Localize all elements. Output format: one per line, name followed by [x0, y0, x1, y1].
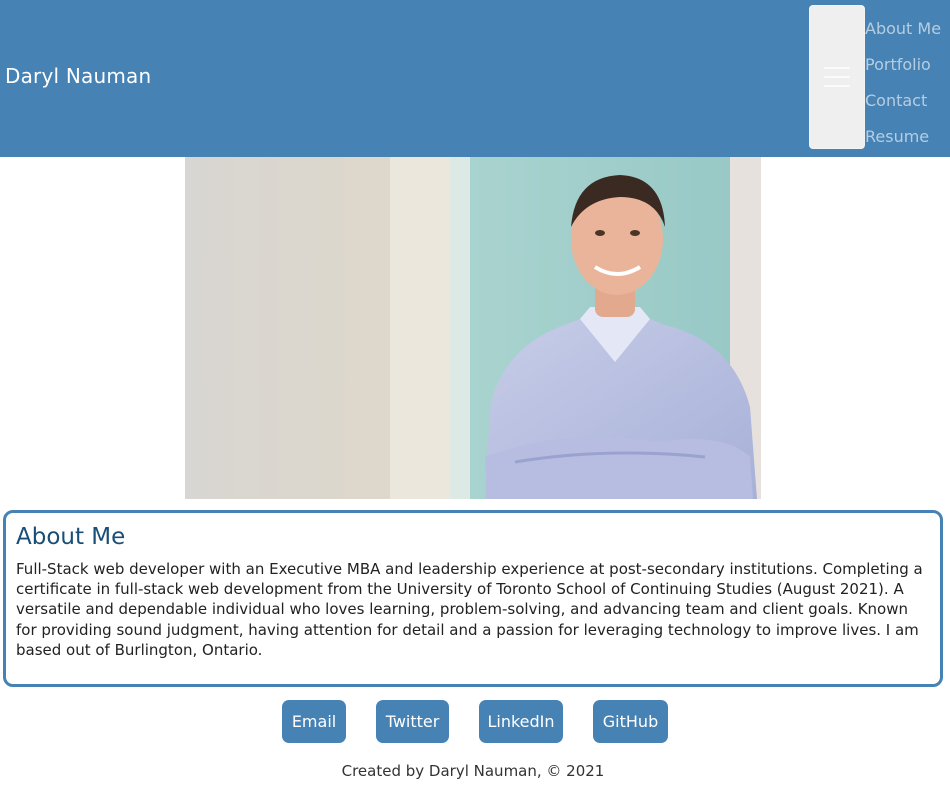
github-button[interactable]: GitHub [593, 700, 668, 743]
nav-link-portfolio[interactable]: Portfolio [865, 55, 931, 74]
about-card: About Me Full-Stack web developer with a… [3, 510, 943, 687]
navbar: Daryl Nauman About Me Portfolio Contact … [0, 0, 950, 157]
brand-name[interactable]: Daryl Nauman [5, 64, 151, 88]
nav-item-portfolio: Portfolio [865, 46, 941, 82]
nav-links: About Me Portfolio Contact Resume [865, 10, 941, 154]
nav-item-contact: Contact [865, 82, 941, 118]
nav-item-about: About Me [865, 10, 941, 46]
hamburger-menu-button[interactable] [809, 5, 865, 149]
footer-credit: Created by Daryl Nauman, © 2021 [341, 762, 605, 780]
linkedin-button[interactable]: LinkedIn [479, 700, 563, 743]
profile-photo [185, 157, 761, 499]
about-heading: About Me [16, 524, 126, 550]
twitter-button[interactable]: Twitter [376, 700, 449, 743]
nav-link-contact[interactable]: Contact [865, 91, 927, 110]
about-description: Full-Stack web developer with an Executi… [16, 560, 923, 659]
nav-link-resume[interactable]: Resume [865, 127, 929, 146]
nav-link-about-me[interactable]: About Me [865, 19, 941, 38]
social-links: Email Twitter LinkedIn GitHub [0, 700, 950, 743]
nav-item-resume: Resume [865, 118, 941, 154]
email-button[interactable]: Email [282, 700, 346, 743]
hamburger-menu-icon [824, 67, 850, 87]
